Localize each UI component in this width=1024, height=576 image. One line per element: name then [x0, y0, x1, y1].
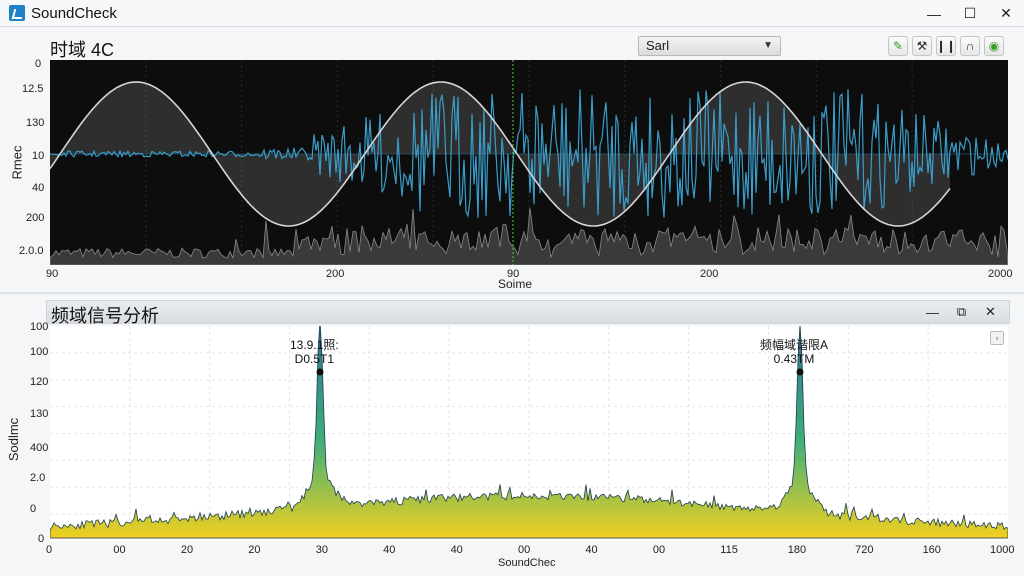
x-tick: 00 — [652, 544, 666, 556]
y-tick: 0 — [30, 503, 37, 515]
tool-leaf-icon[interactable]: ✎ — [888, 36, 908, 56]
frequency-panel-header: 频域信号分析 — ⧉ ✕ — [46, 300, 1010, 326]
panel-restore-button[interactable]: ⧉ — [947, 301, 976, 323]
y-tick: 130 — [26, 117, 45, 129]
x-tick: 30 — [315, 544, 328, 556]
x-tick: 00 — [518, 544, 531, 556]
panel-controls: — ⧉ ✕ — [918, 301, 1005, 323]
y-tick: 400 — [30, 442, 49, 454]
x-tick: 90 — [46, 268, 59, 280]
maximize-button[interactable]: ☐ — [952, 0, 988, 27]
tool-pause-icon[interactable]: ❙❙ — [936, 36, 956, 56]
x-tick: 115 — [720, 544, 738, 556]
y-tick: 100 — [30, 346, 49, 358]
x-tick: 40 — [383, 544, 396, 556]
y-axis-label: Rmec — [9, 145, 25, 180]
x-tick: 0 — [46, 544, 53, 556]
signal-select[interactable]: Sarl ▼ — [638, 36, 781, 56]
x-tick: 20 — [180, 544, 194, 556]
y-tick: 0 — [38, 533, 45, 545]
x-tick: 720 — [855, 544, 874, 556]
x-tick: 00 — [113, 544, 126, 556]
tool-arch-icon[interactable]: ∩ — [960, 36, 980, 56]
chevron-down-icon: ▼ — [763, 40, 773, 51]
soundcheck-window: SoundCheck — ☐ ✕ 时域 4C Sarl ▼ ✎ ⚒ ❙❙ ∩ ◉… — [0, 0, 1024, 576]
y-tick: 40 — [32, 182, 45, 194]
y-tick: 10 — [32, 150, 45, 162]
peak-right-line1: 频幅域谐限A — [760, 338, 829, 352]
panel-minimize-button[interactable]: — — [918, 301, 947, 323]
tool-refresh-icon[interactable]: ◉ — [984, 36, 1004, 56]
x-tick: 40 — [450, 544, 463, 556]
plot-toolbar: ✎ ⚒ ❙❙ ∩ ◉ — [888, 36, 1004, 56]
x-tick: 180 — [787, 544, 807, 556]
tool-wrench-icon[interactable]: ⚒ — [912, 36, 932, 56]
x-tick: 40 — [585, 544, 598, 556]
x-tick: 200 — [326, 268, 345, 280]
close-button[interactable]: ✕ — [988, 0, 1024, 27]
peak-label-left: 13.9.1照: D0.5T1 — [290, 338, 339, 366]
peak-marker-left — [316, 368, 324, 376]
y-tick: 2.0.0 — [19, 245, 44, 257]
x-tick: 2000 — [988, 268, 1013, 280]
frequency-spectrum — [49, 320, 1009, 541]
time-domain-panel: 时域 4C Sarl ▼ ✎ ⚒ ❙❙ ∩ ◉ 0 12.5 130 10 40… — [0, 28, 1024, 291]
frequency-domain-title: 频域信号分析 — [51, 306, 159, 326]
x-tick: 1000 — [990, 544, 1015, 556]
panel-close-button[interactable]: ✕ — [976, 301, 1005, 323]
time-domain-title: 时域 4C — [50, 40, 115, 60]
time-domain-plot[interactable] — [49, 60, 1009, 266]
y-tick: 130 — [30, 408, 49, 420]
time-domain-waveform — [49, 60, 1009, 266]
peak-left-line2: D0.5T1 — [294, 352, 335, 366]
peak-label-right: 频幅域谐限A 0.43TM — [760, 338, 828, 366]
window-controls: — ☐ ✕ — [916, 0, 1024, 27]
panel-divider[interactable] — [0, 292, 1024, 294]
noise-envelope — [49, 207, 1009, 266]
y-axis-label: Sodlmc — [6, 417, 22, 462]
frequency-spectrum-plot[interactable] — [49, 320, 1009, 541]
x-tick: 200 — [700, 268, 719, 280]
x-axis-label: Soime — [498, 277, 533, 291]
minimize-button[interactable]: — — [916, 0, 952, 27]
x-axis-label: SoundChec — [498, 557, 556, 569]
title-bar: SoundCheck — ☐ ✕ — [0, 0, 1024, 27]
signal-select-value: Sarl — [646, 38, 670, 53]
y-tick: 2.0 — [30, 472, 46, 484]
peak-marker-right — [796, 368, 804, 376]
peak-left-line1: 13.9.1照: — [290, 338, 339, 352]
app-title: SoundCheck — [31, 4, 117, 22]
x-tick: 160 — [922, 544, 941, 556]
soundcheck-logo-icon — [9, 5, 25, 21]
y-tick: 100 — [30, 321, 49, 333]
y-tick: 120 — [30, 376, 49, 388]
x-tick: 20 — [248, 544, 261, 556]
y-tick: 12.5 — [22, 83, 44, 95]
peak-right-line2: 0.43TM — [773, 352, 815, 366]
y-tick: 200 — [26, 212, 45, 224]
y-tick: 0 — [35, 58, 42, 70]
plot-options-icon[interactable]: ▫ — [990, 331, 1004, 345]
